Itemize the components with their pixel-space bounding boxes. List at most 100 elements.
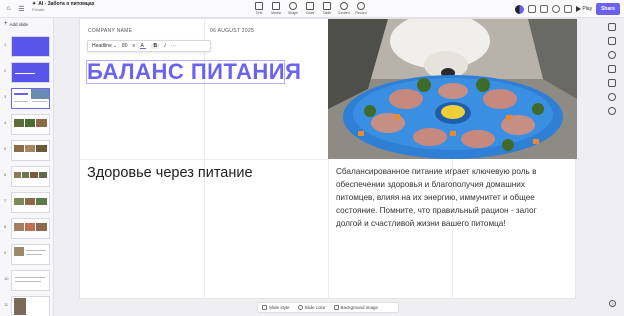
animations-icon[interactable]	[608, 79, 616, 87]
record-tool-button[interactable]: Record	[354, 2, 368, 15]
slide-thumbnail-item[interactable]: 3	[0, 86, 54, 112]
tool-label: Embed	[338, 11, 350, 15]
slide-color-button[interactable]: Slide color	[297, 305, 326, 310]
media-icon	[272, 2, 280, 10]
slide-headline[interactable]: БАЛАНС ПИТАНИЯ	[87, 60, 301, 84]
tool-label: Media	[271, 11, 281, 15]
redo-icon[interactable]	[540, 5, 549, 13]
comments-icon[interactable]	[608, 51, 616, 59]
table-tool-button[interactable]: Table	[320, 2, 334, 15]
plus-icon: +	[4, 21, 8, 27]
text-color-icon[interactable]: A	[140, 43, 147, 49]
header-actions: Play Share	[515, 3, 620, 15]
italic-button[interactable]: I	[164, 44, 166, 49]
image-icon	[333, 305, 339, 310]
slide-options-bar: Slide style Slide color Background image	[257, 302, 399, 313]
slide-thumbnail[interactable]	[11, 36, 50, 57]
notes-icon[interactable]	[608, 65, 616, 73]
slide-body-text[interactable]: Сбалансированное питание играет ключевую…	[336, 165, 552, 230]
slide-thumbnail[interactable]	[11, 140, 50, 161]
menu-icon[interactable]: ☰	[17, 4, 26, 13]
bold-button[interactable]: B	[151, 43, 160, 49]
home-icon[interactable]: ⌂	[4, 4, 13, 13]
add-slide-label: Add slide	[9, 21, 29, 27]
slide-date[interactable]: 06 AUGUST 2025	[210, 28, 254, 34]
slide-number: 10	[4, 276, 9, 281]
help-icon[interactable]: ?	[609, 300, 616, 307]
user-icon[interactable]	[608, 107, 616, 115]
tool-label: Table	[322, 11, 332, 15]
text-style-value: Headline	[92, 43, 112, 49]
slide-thumbnail-item[interactable]: 7	[0, 190, 54, 216]
slide-canvas[interactable]: COMPANY NAME 06 AUGUST 2025 Headline ⌄ 8…	[79, 18, 577, 300]
top-bar: ⌂ ☰ ✦ AI - Забота о питомцах Private Tex…	[0, 0, 624, 18]
check-icon[interactable]	[608, 93, 616, 101]
share-button[interactable]: Share	[596, 3, 620, 15]
slide-number: 5	[4, 146, 7, 151]
slide-style-button[interactable]: Slide style	[262, 305, 290, 310]
slide-style-label: Slide style	[269, 305, 290, 310]
settings-icon[interactable]	[608, 23, 616, 31]
slide-color-label: Slide color	[304, 305, 326, 310]
tool-label: Text	[255, 11, 263, 15]
layout-guide	[80, 159, 328, 160]
shape-tool-button[interactable]: Shape	[286, 2, 300, 15]
media-tool-button[interactable]: Media	[269, 2, 283, 15]
embed-tool-button[interactable]: Embed	[337, 2, 351, 15]
slide-thumbnail-item[interactable]: 8	[0, 216, 54, 242]
slide-thumbnails: 1 2 3 4 5 6 7 8 9 10 11	[0, 34, 54, 316]
slide-thumbnail[interactable]	[11, 166, 50, 187]
slide-subheading[interactable]: Здоровье через питание	[87, 165, 253, 181]
pet-food-photo[interactable]	[328, 19, 577, 159]
slide-thumbnail[interactable]	[11, 114, 50, 135]
more-options-button[interactable]: ···	[171, 43, 176, 49]
slide-thumbnail-item[interactable]: 10	[0, 268, 54, 294]
slide-thumbnail-selected[interactable]	[11, 88, 50, 109]
slide-thumbnail[interactable]	[11, 192, 50, 213]
slide-thumbnail-item[interactable]: 4	[0, 112, 54, 138]
chart-tool-button[interactable]: Chart	[303, 2, 317, 15]
slide-number: 11	[4, 302, 9, 307]
text-align-icon[interactable]: ≡	[133, 43, 136, 49]
comment-icon[interactable]	[552, 5, 561, 13]
avatar[interactable]	[515, 4, 525, 14]
pet-food-image	[328, 19, 577, 159]
slide-thumbnail-item[interactable]: 2	[0, 60, 54, 86]
slides-panel: + Add slide 1 2 3 4 5 6 7 8 9 10 11	[0, 18, 54, 316]
layout-icon[interactable]	[608, 37, 616, 45]
tool-label: Shape	[287, 11, 299, 15]
add-slide-button[interactable]: + Add slide	[4, 20, 48, 28]
slide-thumbnail[interactable]	[11, 218, 50, 239]
background-image-label: Background image	[340, 305, 379, 310]
slide-thumbnail[interactable]	[11, 270, 50, 291]
palette-icon	[262, 305, 267, 310]
slide-thumbnail-item[interactable]: 6	[0, 164, 54, 190]
document-title[interactable]: AI - Забота о питомцах	[38, 2, 94, 7]
text-icon	[255, 2, 263, 10]
undo-icon[interactable]	[528, 5, 537, 13]
more-icon[interactable]	[564, 5, 573, 13]
slide-thumbnail[interactable]	[11, 296, 50, 316]
font-size-input[interactable]: 80	[122, 43, 128, 49]
slide-thumbnail[interactable]	[11, 244, 50, 265]
slide-number: 9	[4, 250, 7, 255]
text-format-toolbar: Headline ⌄ 80 ≡ A B I ···	[87, 40, 211, 52]
slide-thumbnail-item[interactable]: 11	[0, 294, 54, 316]
record-icon	[357, 2, 365, 10]
text-style-select[interactable]: Headline ⌄	[92, 43, 117, 49]
slide-thumbnail-item[interactable]: 1	[0, 34, 54, 60]
background-image-button[interactable]: Background image	[333, 305, 379, 310]
play-button[interactable]: Play	[576, 6, 592, 12]
tool-label: Record	[355, 11, 367, 15]
presentation-editor: ⌂ ☰ ✦ AI - Забота о питомцах Private Tex…	[0, 0, 624, 316]
slide-number: 3	[4, 94, 7, 99]
slide-thumbnail-item[interactable]: 5	[0, 138, 54, 164]
document-title-area[interactable]: ✦ AI - Забота о питомцах Private	[32, 2, 95, 12]
slide-thumbnail[interactable]	[11, 62, 50, 83]
play-label: Play	[582, 6, 593, 12]
slide-thumbnail-item[interactable]: 9	[0, 242, 54, 268]
embed-icon	[340, 2, 348, 10]
text-tool-button[interactable]: Text	[252, 2, 266, 15]
slide-number: 8	[4, 224, 7, 229]
company-name[interactable]: COMPANY NAME	[88, 28, 132, 34]
